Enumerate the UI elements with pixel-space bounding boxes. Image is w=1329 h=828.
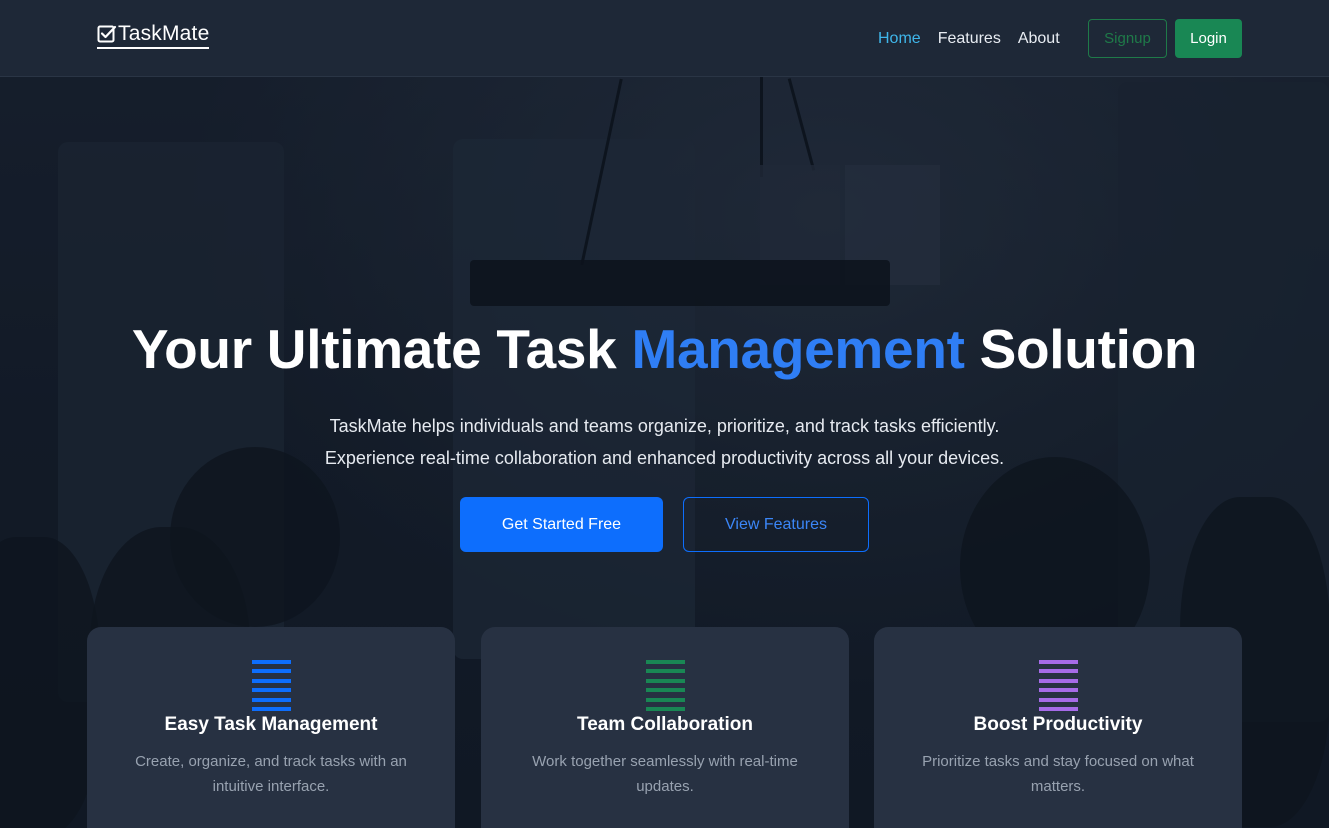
hero-title-end: Solution — [964, 318, 1198, 380]
list-icon-line — [252, 706, 291, 711]
nav-link-features[interactable]: Features — [938, 30, 1001, 48]
list-icon-line — [1039, 678, 1078, 683]
feature-description: Prioritize tasks and stay focused on wha… — [922, 753, 1194, 795]
list-icon — [252, 660, 291, 711]
hero-title-accent: Management — [631, 318, 965, 380]
checkbox-icon — [97, 25, 117, 43]
list-icon-line — [1039, 706, 1078, 711]
top-navbar: TaskMate Home Features About Signup Logi… — [0, 0, 1329, 77]
view-features-button[interactable]: View Features — [683, 497, 869, 552]
nav-link-about[interactable]: About — [1018, 30, 1060, 48]
list-icon-line — [252, 660, 291, 664]
list-icon-line — [1039, 660, 1078, 664]
list-icon-line — [252, 697, 291, 702]
get-started-button[interactable]: Get Started Free — [460, 497, 663, 552]
feature-description: Work together seamlessly with real-time … — [532, 753, 798, 795]
feature-card-boost-productivity: Boost Productivity Prioritize tasks and … — [874, 627, 1242, 828]
list-icon-line — [252, 669, 291, 674]
feature-card-team-collaboration: Team Collaboration Work together seamles… — [481, 627, 849, 828]
list-icon-line — [1039, 669, 1078, 674]
list-icon-line — [646, 706, 685, 711]
list-icon-line — [1039, 688, 1078, 693]
list-icon-line — [252, 678, 291, 683]
feature-title: Easy Task Management — [164, 714, 378, 735]
feature-title: Team Collaboration — [577, 714, 753, 735]
list-icon-line — [646, 688, 685, 693]
signup-button[interactable]: Signup — [1088, 19, 1167, 58]
brand-name: TaskMate — [118, 22, 210, 45]
list-icon-line — [646, 697, 685, 702]
list-icon-line — [252, 688, 291, 693]
hero-subtitle-line2: Experience real-time collaboration and e… — [324, 448, 1005, 468]
list-icon — [1039, 660, 1078, 711]
hero-title-start: Your Ultimate Task — [131, 318, 632, 380]
list-icon-line — [1039, 697, 1078, 702]
feature-title: Boost Productivity — [973, 714, 1143, 735]
feature-description: Create, organize, and track tasks with a… — [135, 753, 407, 795]
list-icon-line — [646, 669, 685, 674]
nav-link-home[interactable]: Home — [878, 30, 921, 48]
hero-subtitle-line1: TaskMate helps individuals and teams org… — [329, 416, 1000, 436]
list-icon-line — [646, 678, 685, 683]
login-button[interactable]: Login — [1175, 19, 1242, 58]
list-icon-line — [646, 660, 685, 664]
list-icon — [646, 660, 685, 711]
brand-logo[interactable]: TaskMate — [97, 22, 210, 49]
nav-links: Home Features About — [878, 0, 1077, 77]
feature-card-task-management: Easy Task Management Create, organize, a… — [87, 627, 455, 828]
hero-title: Your Ultimate Task Management Solution — [0, 317, 1329, 381]
